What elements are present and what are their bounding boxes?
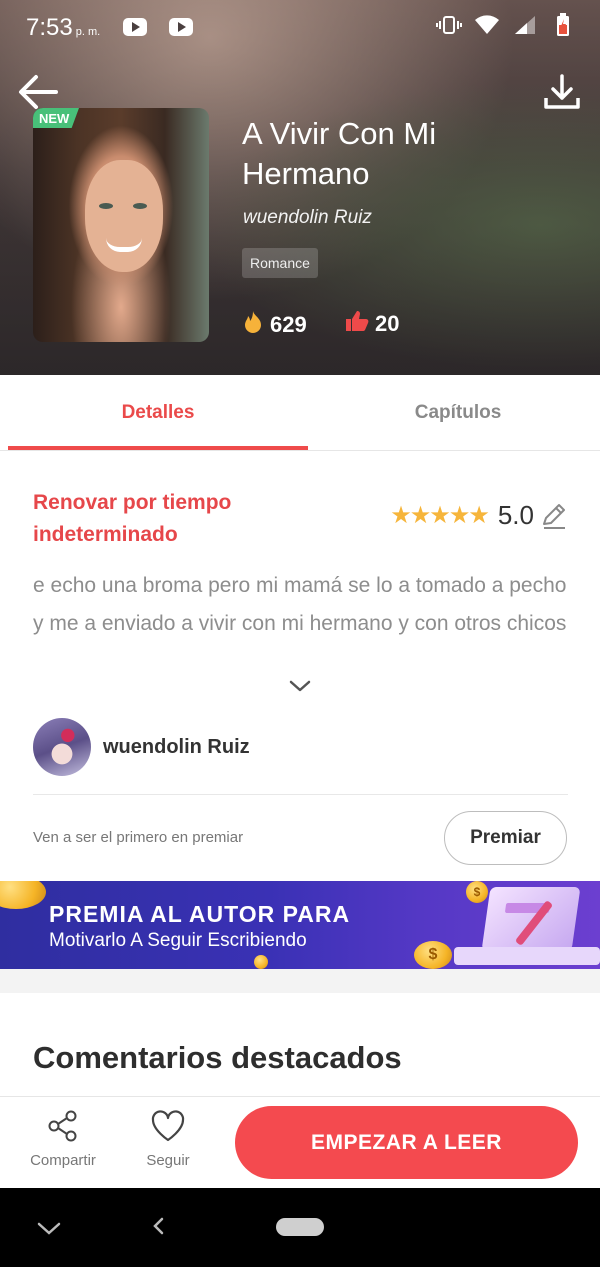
- comments-title: Comentarios destacados: [33, 1040, 402, 1075]
- download-button[interactable]: [542, 72, 582, 112]
- status-ampm: p. m.: [75, 26, 101, 38]
- book-description: e echo una broma pero mi mamá se lo a to…: [33, 574, 567, 635]
- nav-back-button[interactable]: [150, 1216, 166, 1241]
- book-author[interactable]: wuendolin Ruiz: [243, 207, 372, 229]
- premiar-prompt: Ven a ser el primero en premiar: [33, 829, 244, 846]
- fire-icon: [242, 310, 264, 340]
- cover-eye: [133, 203, 147, 209]
- rating: ★★★★★ 5.0: [390, 500, 568, 531]
- laptop-base-illustration: [454, 947, 600, 965]
- share-label: Compartir: [30, 1152, 96, 1169]
- book-title: A Vivir Con Mi Hermano: [242, 116, 437, 191]
- status-time-value: 7:53: [26, 14, 73, 41]
- back-button[interactable]: [16, 72, 60, 112]
- share-icon: [46, 1110, 80, 1147]
- book-cover[interactable]: NEW: [33, 108, 209, 342]
- signal-icon: [512, 14, 538, 36]
- vibrate-icon: [436, 14, 462, 36]
- chevron-down-icon: [288, 680, 312, 700]
- reads-stat: 629: [242, 310, 307, 340]
- tab-bar: Detalles Capítulos: [0, 375, 600, 451]
- author-name: wuendolin Ruiz: [103, 735, 250, 758]
- follow-label: Seguir: [146, 1152, 190, 1169]
- chevron-left-icon: [150, 1217, 166, 1240]
- active-tab-indicator: [8, 446, 308, 450]
- author-row[interactable]: wuendolin Ruiz: [33, 717, 568, 777]
- bottom-action-bar: Compartir Seguir EMPEZAR A LEER: [0, 1096, 600, 1188]
- banner-subtitle: Motivarlo A Seguir Escribiendo: [49, 930, 307, 951]
- avatar: [33, 718, 91, 776]
- coin-icon: [0, 881, 46, 909]
- follow-button[interactable]: Seguir: [123, 1109, 213, 1169]
- download-icon: [542, 74, 582, 116]
- star-rating-icon: ★★★★★: [390, 502, 490, 529]
- update-status: Renovar por tiempo indeterminado: [33, 491, 232, 546]
- wifi-icon: [474, 14, 500, 36]
- youtube-notification-icon: [169, 18, 193, 36]
- divider: [33, 794, 568, 795]
- coin-icon: $: [466, 881, 488, 903]
- status-icons: [436, 13, 576, 36]
- start-reading-button[interactable]: EMPEZAR A LEER: [235, 1106, 578, 1179]
- share-button[interactable]: Compartir: [18, 1109, 108, 1169]
- thumbs-up-icon: [345, 310, 369, 338]
- section-separator: [0, 969, 600, 993]
- youtube-notification-icon: [123, 18, 147, 36]
- nav-home-button[interactable]: [276, 1218, 324, 1236]
- pencil-icon[interactable]: [540, 502, 568, 530]
- arrow-left-icon: [16, 75, 60, 116]
- banner-title: PREMIA AL AUTOR PARA: [49, 901, 351, 927]
- expand-description-button[interactable]: [288, 676, 312, 696]
- nav-hide-button[interactable]: [36, 1220, 62, 1243]
- cover-eye: [99, 203, 113, 209]
- coin-icon: $: [414, 941, 452, 969]
- likes-count: 20: [375, 311, 400, 336]
- battery-icon: [550, 13, 576, 36]
- status-bar: 7:53 p. m.: [0, 0, 600, 56]
- chevron-down-icon: [36, 1222, 62, 1242]
- genre-tag[interactable]: Romance: [242, 248, 318, 278]
- tab-detalles[interactable]: Detalles: [8, 375, 308, 451]
- reward-author-banner[interactable]: $ $ PREMIA AL AUTOR PARA Motivarlo A Seg…: [0, 881, 600, 969]
- premiar-button[interactable]: Premiar: [444, 811, 567, 865]
- status-time: 7:53 p. m.: [26, 14, 100, 42]
- heart-icon: [150, 1110, 186, 1147]
- reads-count: 629: [270, 312, 307, 337]
- cover-face: [85, 160, 163, 272]
- likes-stat: 20: [345, 310, 399, 338]
- tab-capitulos[interactable]: Capítulos: [308, 375, 600, 451]
- coin-icon: [254, 955, 268, 969]
- system-nav-bar: [0, 1188, 600, 1267]
- rating-value: 5.0: [497, 500, 534, 530]
